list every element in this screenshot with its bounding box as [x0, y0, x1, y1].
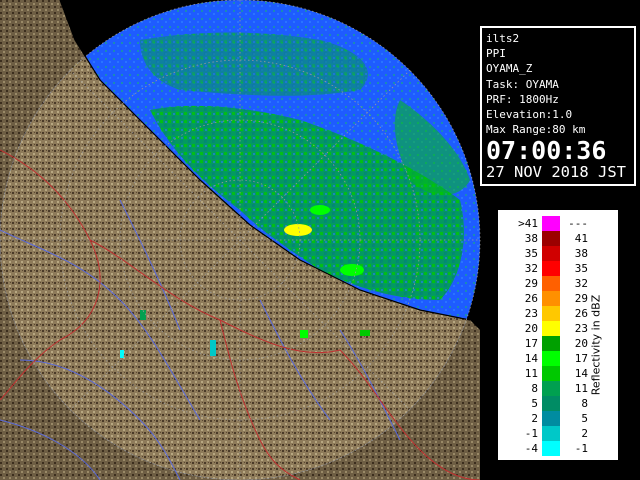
- legend-row: -1 2: [498, 426, 618, 441]
- legend-lower-bound: 23: [524, 307, 538, 320]
- legend-row: 35 38: [498, 246, 618, 261]
- legend-color-swatch: [542, 381, 560, 396]
- echo-speckle: [210, 340, 216, 356]
- legend-color-swatch: [542, 396, 560, 411]
- legend-color-swatch: [542, 306, 560, 321]
- reflectivity-legend: >41 --- 38 41 35 38 32 35 29 32 26 29 23 26 20 23 17 20 14…: [496, 208, 620, 462]
- legend-row: 58: [498, 396, 618, 411]
- prf-value: PRF: 1800Hz: [486, 92, 559, 106]
- legend-lower-bound: 17: [524, 337, 538, 350]
- legend-upper-bound: 11: [574, 382, 588, 395]
- legend-upper-bound: 32: [574, 277, 588, 290]
- legend-upper-bound: 17: [574, 352, 588, 365]
- legend-lower-bound: -1: [524, 427, 538, 440]
- echo-speckle: [300, 330, 308, 338]
- scan-type: PPI: [486, 47, 506, 61]
- legend-upper-bound: 29: [574, 292, 588, 305]
- elevation-value: Elevation:1.0: [486, 108, 573, 122]
- legend-color-swatch: [542, 231, 560, 246]
- legend-lower-bound: 29: [524, 277, 538, 290]
- legend-upper-bound: ---: [568, 217, 588, 230]
- legend-lower-bound: 5: [531, 397, 538, 410]
- legend-row: 25: [498, 411, 618, 426]
- legend-color-swatch: [542, 441, 560, 456]
- field-name: OYAMA_Z: [486, 62, 533, 76]
- legend-color-swatch: [542, 411, 560, 426]
- legend-row: 38 41: [498, 231, 618, 246]
- legend-lower-bound: >41: [518, 217, 538, 230]
- echo-cell: [310, 205, 330, 215]
- legend-lower-bound: 8: [531, 382, 538, 395]
- legend-lower-bound: 35: [524, 247, 538, 260]
- max-range-value: Max Range:80 km: [486, 123, 586, 137]
- legend-color-swatch: [542, 351, 560, 366]
- legend-title: Reflectivity in dBZ: [589, 294, 603, 396]
- echo-speckle: [360, 330, 370, 336]
- legend-color-swatch: [542, 276, 560, 291]
- legend-color-swatch: [542, 336, 560, 351]
- legend-color-swatch: [542, 246, 560, 261]
- legend-upper-bound: 41: [574, 232, 588, 245]
- legend-upper-bound: 14: [574, 367, 588, 380]
- legend-upper-bound: 2: [581, 427, 588, 440]
- legend-row: 29 32: [498, 276, 618, 291]
- legend-upper-bound: 26: [574, 307, 588, 320]
- legend-row: 32 35: [498, 261, 618, 276]
- task-name: Task: OYAMA: [486, 77, 559, 91]
- legend-upper-bound: 38: [574, 247, 588, 260]
- legend-lower-bound: 14: [524, 352, 538, 365]
- legend-upper-bound: 5: [581, 412, 588, 425]
- legend-lower-bound: 2: [531, 412, 538, 425]
- echo-cell: [284, 224, 312, 236]
- legend-upper-bound: 20: [574, 337, 588, 350]
- legend-upper-bound: -1: [574, 442, 588, 455]
- legend-lower-bound: -4: [524, 442, 538, 455]
- echo-speckle: [140, 310, 146, 320]
- legend-lower-bound: 20: [524, 322, 538, 335]
- scan-time: 07:00:36: [486, 136, 607, 166]
- legend-color-swatch: [542, 216, 560, 231]
- legend-row: -4 -1: [498, 441, 618, 456]
- scan-info-panel: ilts2 PPI OYAMA_Z Task: OYAMA PRF: 1800H…: [480, 26, 636, 186]
- legend-upper-bound: 8: [581, 397, 588, 410]
- product-name: ilts2: [486, 32, 520, 45]
- legend-color-swatch: [542, 291, 560, 306]
- scan-date: 27 NOV 2018 JST: [486, 163, 626, 182]
- legend-lower-bound: 32: [524, 262, 538, 275]
- legend-color-swatch: [542, 261, 560, 276]
- legend-upper-bound: 35: [574, 262, 588, 275]
- legend-lower-bound: 26: [524, 292, 538, 305]
- legend-lower-bound: 11: [524, 367, 538, 380]
- legend-color-swatch: [542, 321, 560, 336]
- legend-color-swatch: [542, 366, 560, 381]
- legend-row: >41 ---: [498, 216, 618, 231]
- echo-cell: [340, 264, 364, 276]
- legend-color-swatch: [542, 426, 560, 441]
- legend-upper-bound: 23: [574, 322, 588, 335]
- legend-lower-bound: 38: [524, 232, 538, 245]
